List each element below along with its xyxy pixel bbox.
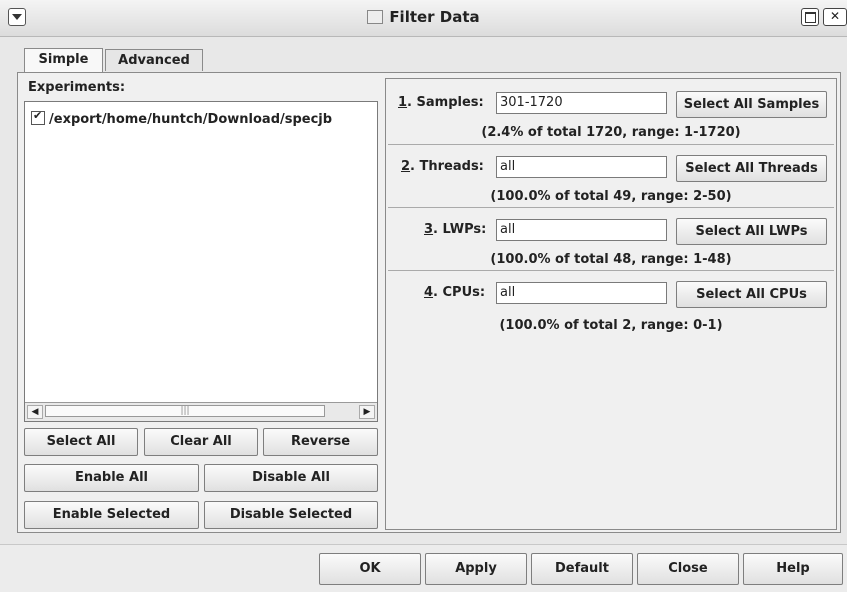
experiment-path: /export/home/huntch/Download/specjb [49,112,333,127]
threads-input[interactable]: all [496,156,667,178]
default-button[interactable]: Default [531,553,633,585]
horizontal-scrollbar[interactable]: ◀ ||| ▶ [25,402,377,421]
scroll-left-icon[interactable]: ◀ [27,405,43,419]
title-bar: Filter Data ✕ [0,0,847,37]
clear-all-button[interactable]: Clear All [144,428,258,456]
tab-advanced[interactable]: Advanced [105,49,203,71]
cpus-summary: (100.0% of total 2, range: 0-1) [499,318,723,333]
close-button[interactable]: Close [637,553,739,585]
divider [388,144,834,145]
scroll-right-icon[interactable]: ▶ [359,405,375,419]
window-title: Filter Data [389,8,480,26]
samples-label: 1. Samples: [398,95,484,110]
select-all-lwps-button[interactable]: Select All LWPs [676,218,827,245]
cpus-label: 4. CPUs: [424,285,486,300]
help-button[interactable]: Help [743,553,843,585]
select-all-samples-button[interactable]: Select All Samples [676,91,827,118]
divider [388,207,834,208]
divider [388,270,834,271]
samples-summary: (2.4% of total 1720, range: 1-1720) [481,125,741,140]
reverse-button[interactable]: Reverse [263,428,378,456]
threads-label: 2. Threads: [401,159,484,174]
scroll-thumb[interactable]: ||| [45,405,325,417]
tab-simple[interactable]: Simple [24,48,103,72]
ok-button[interactable]: OK [319,553,421,585]
select-all-threads-button[interactable]: Select All Threads [676,155,827,182]
maximize-icon[interactable] [801,8,819,26]
lwps-label: 3. LWPs: [424,222,487,237]
close-icon[interactable]: ✕ [823,8,847,26]
apply-button[interactable]: Apply [425,553,527,585]
cpus-input[interactable]: all [496,282,667,304]
app-icon [367,10,384,24]
threads-summary: (100.0% of total 49, range: 2-50) [490,189,732,204]
disable-all-button[interactable]: Disable All [204,464,378,492]
select-all-cpus-button[interactable]: Select All CPUs [676,281,827,308]
disable-selected-button[interactable]: Disable Selected [204,501,378,529]
list-item[interactable]: /export/home/huntch/Download/specjb [31,109,333,127]
samples-input[interactable]: 301-1720 [496,92,667,114]
lwps-summary: (100.0% of total 48, range: 1-48) [490,252,732,267]
experiment-checkbox[interactable] [31,109,45,125]
select-all-button[interactable]: Select All [24,428,138,456]
enable-selected-button[interactable]: Enable Selected [24,501,199,529]
lwps-input[interactable]: all [496,219,667,241]
window-title-wrap: Filter Data [0,8,847,26]
enable-all-button[interactable]: Enable All [24,464,199,492]
experiments-list[interactable]: /export/home/huntch/Download/specjb ◀ ||… [24,101,378,422]
experiments-label: Experiments: [28,80,126,95]
